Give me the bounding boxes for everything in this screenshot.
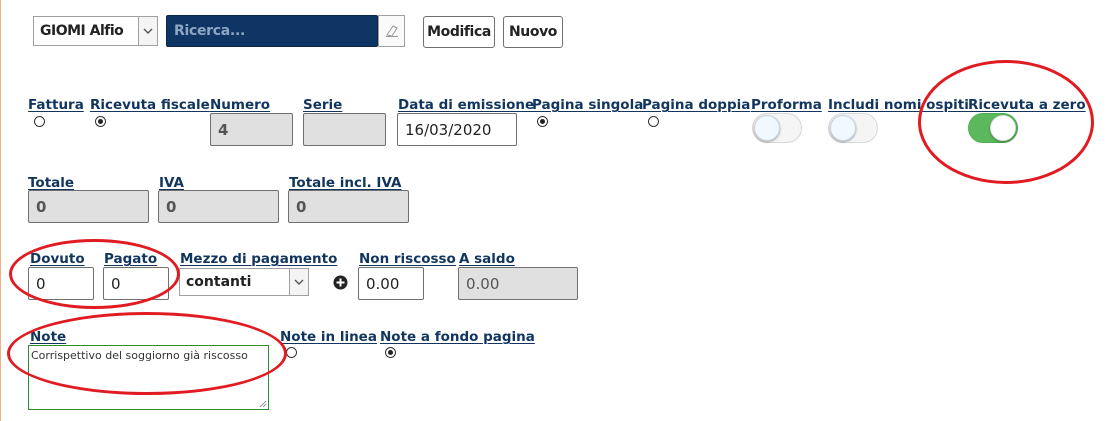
dovuto-field[interactable]: 0 xyxy=(28,267,94,300)
includi-nomi-label: Includi nomi ospiti xyxy=(828,97,969,113)
mezzo-pagamento-value: contanti xyxy=(186,274,252,290)
chevron-down-icon xyxy=(138,17,157,45)
proforma-label: Proforma xyxy=(751,97,822,113)
a-saldo-field[interactable]: 0.00 xyxy=(458,267,578,300)
data-emissione-label: Data di emissione xyxy=(398,97,535,113)
note-in-linea-radio[interactable] xyxy=(286,347,297,358)
iva-field[interactable]: 0 xyxy=(158,190,279,223)
search-input[interactable]: Ricerca... xyxy=(166,15,378,47)
serie-label: Serie xyxy=(303,97,343,113)
serie-field[interactable] xyxy=(303,113,386,146)
note-fondo-pagina-label: Note a fondo pagina xyxy=(380,329,535,345)
includi-nomi-toggle[interactable] xyxy=(828,113,878,143)
pagina-singola-radio[interactable] xyxy=(537,116,548,127)
note-textarea[interactable]: Corrispettivo del soggiorno già riscosso xyxy=(28,345,269,410)
pagato-label: Pagato xyxy=(104,251,158,267)
numero-label: Numero xyxy=(210,97,271,113)
edit-button[interactable]: Modifica xyxy=(423,16,495,48)
pagina-singola-label: Pagina singola xyxy=(532,97,644,113)
guest-select[interactable]: GIOMI Alfio xyxy=(33,16,158,46)
note-in-linea-label: Note in linea xyxy=(280,329,377,345)
non-riscosso-label: Non riscosso xyxy=(359,251,456,267)
iva-label: IVA xyxy=(159,175,185,191)
mezzo-pagamento-select[interactable]: contanti xyxy=(179,268,309,296)
data-emissione-field[interactable]: 16/03/2020 xyxy=(397,113,517,146)
guest-select-value: GIOMI Alfio xyxy=(40,23,124,39)
totale-field[interactable]: 0 xyxy=(28,190,149,223)
eraser-icon xyxy=(385,25,398,37)
resize-handle-icon[interactable] xyxy=(259,400,267,408)
new-button[interactable]: Nuovo xyxy=(503,16,563,48)
plus-circle-icon xyxy=(333,275,348,290)
add-payment-button[interactable] xyxy=(333,275,348,290)
proforma-toggle[interactable] xyxy=(752,113,802,143)
fattura-label: Fattura xyxy=(28,97,84,113)
totale-label: Totale xyxy=(28,175,75,191)
totale-incl-iva-label: Totale incl. IVA xyxy=(289,175,402,191)
dovuto-label: Dovuto xyxy=(30,251,85,267)
ricevuta-fiscale-label: Ricevuta fiscale xyxy=(90,97,210,113)
non-riscosso-field[interactable]: 0.00 xyxy=(358,267,424,300)
note-fondo-pagina-radio[interactable] xyxy=(385,347,396,358)
a-saldo-label: A saldo xyxy=(459,251,515,267)
pagina-doppia-radio[interactable] xyxy=(648,116,659,127)
pagina-doppia-label: Pagina doppia xyxy=(642,97,751,113)
chevron-down-icon xyxy=(289,269,308,295)
ricevuta-zero-toggle[interactable] xyxy=(968,113,1018,143)
ricevuta-fiscale-radio[interactable] xyxy=(95,116,106,127)
note-label: Note xyxy=(30,329,67,345)
panel-left-border xyxy=(0,0,1,421)
mezzo-pagamento-label: Mezzo di pagamento xyxy=(180,251,338,267)
pagato-field[interactable]: 0 xyxy=(103,267,169,300)
eraser-button[interactable] xyxy=(378,15,405,47)
ricevuta-zero-label: Ricevuta a zero xyxy=(968,97,1086,113)
numero-field[interactable]: 4 xyxy=(210,113,293,146)
search-placeholder: Ricerca... xyxy=(174,23,245,39)
totale-incl-iva-field[interactable]: 0 xyxy=(288,190,409,223)
fattura-radio[interactable] xyxy=(34,116,45,127)
note-text: Corrispettivo del soggiorno già riscosso xyxy=(31,349,248,362)
